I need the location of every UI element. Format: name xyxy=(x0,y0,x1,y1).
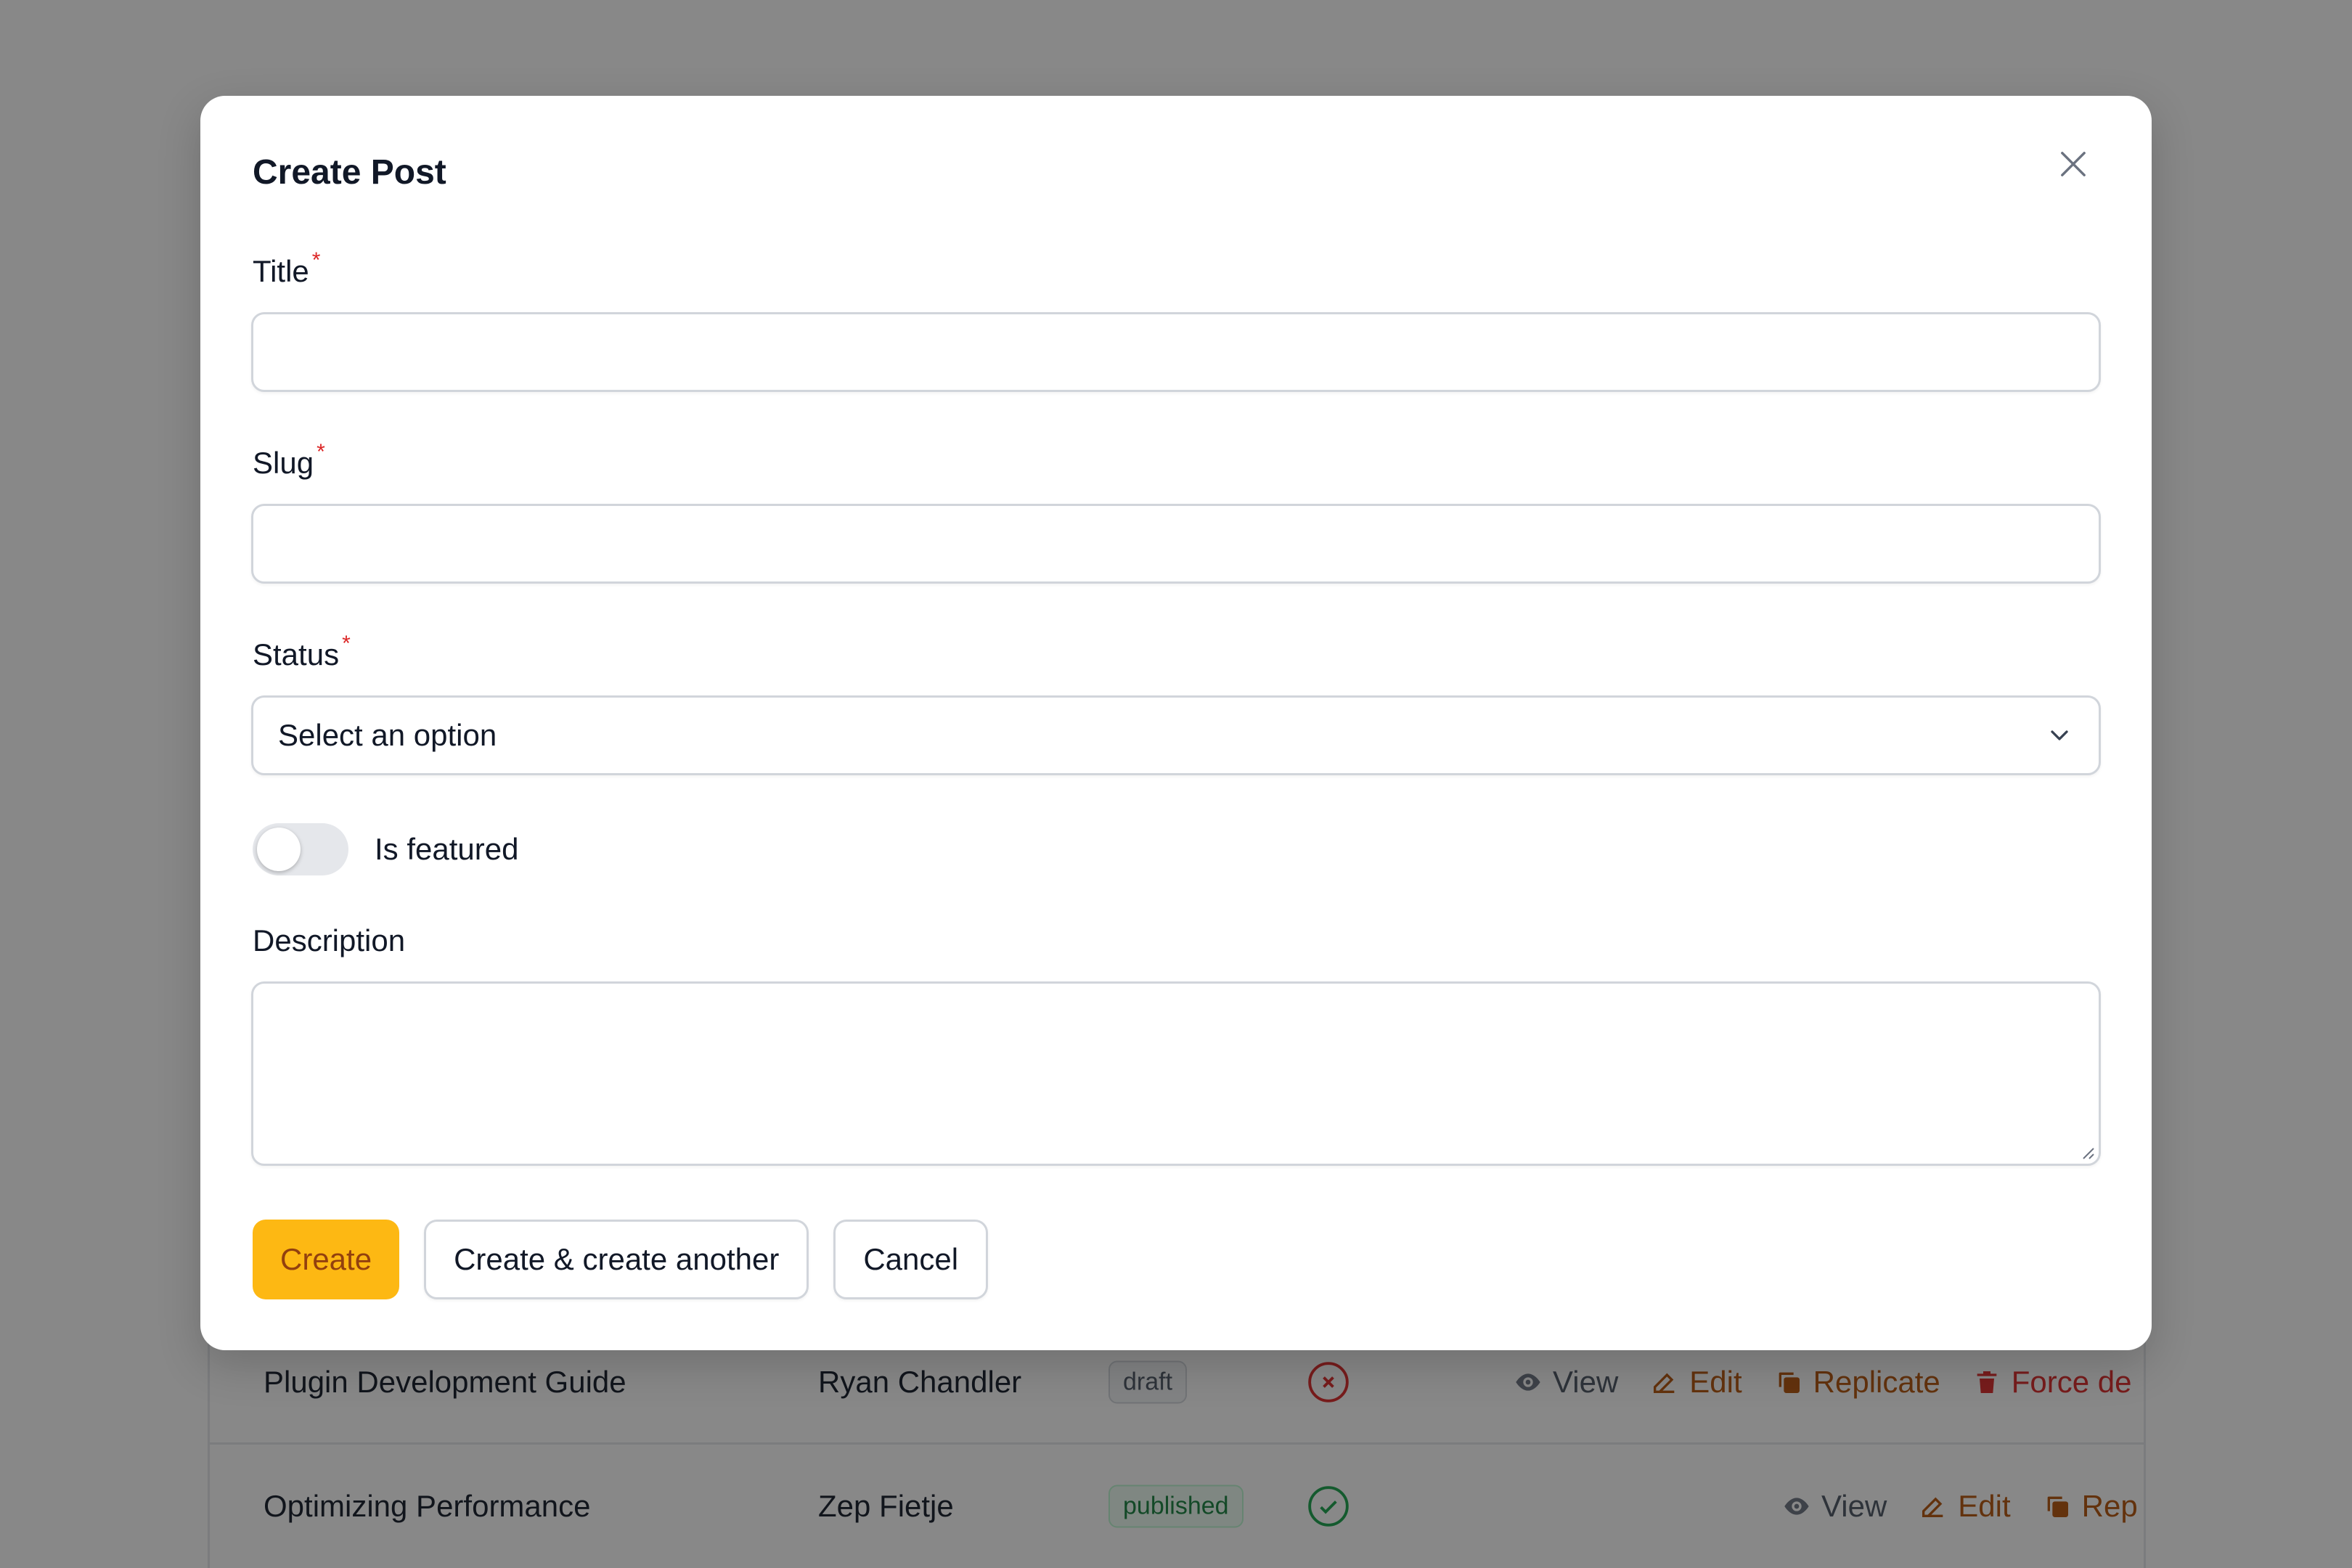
required-marker: * xyxy=(342,632,351,656)
slug-label-text: Slug xyxy=(253,446,314,480)
title-label: Title * xyxy=(253,248,320,289)
create-post-modal: Create Post Title * Slug * Status * Select … xyxy=(200,96,2152,1350)
create-button[interactable]: Create xyxy=(253,1220,400,1299)
close-button[interactable] xyxy=(2046,136,2101,192)
featured-label: Is featured xyxy=(375,832,519,866)
close-icon xyxy=(2061,152,2086,176)
status-select[interactable]: Select an option xyxy=(251,695,2101,775)
create-another-button[interactable]: Create & create another xyxy=(424,1220,809,1299)
status-select-value: Select an option xyxy=(278,718,497,752)
description-textarea[interactable] xyxy=(251,981,2101,1166)
cancel-button[interactable]: Cancel xyxy=(833,1220,989,1299)
description-wrapper xyxy=(251,981,2101,1166)
chevron-down-icon xyxy=(2051,730,2068,740)
slug-input[interactable] xyxy=(251,504,2101,584)
slug-label: Slug * xyxy=(253,440,325,481)
title-label-text: Title xyxy=(253,254,309,288)
modal-title: Create Post xyxy=(253,153,446,192)
featured-toggle-row: Is featured xyxy=(253,823,518,875)
description-label: Description xyxy=(253,923,406,957)
required-marker: * xyxy=(317,440,325,464)
title-input[interactable] xyxy=(251,312,2101,392)
toggle-knob xyxy=(257,828,301,871)
status-label: Status * xyxy=(253,632,351,672)
featured-toggle[interactable] xyxy=(253,823,348,875)
resize-handle-icon[interactable] xyxy=(2078,1143,2095,1160)
required-marker: * xyxy=(311,248,321,272)
status-label-text: Status xyxy=(253,637,340,671)
form-actions: Create Create & create another Cancel xyxy=(253,1220,989,1299)
